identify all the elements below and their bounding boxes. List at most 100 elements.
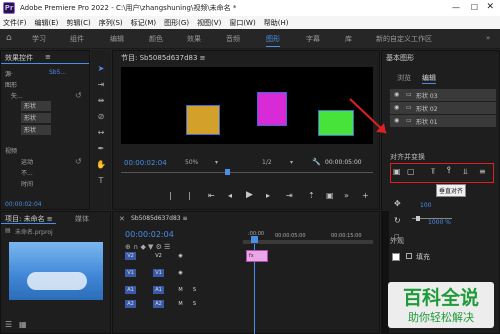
menu-file[interactable]: 文件(F) — [3, 18, 27, 28]
solo-a1[interactable]: S — [189, 286, 200, 294]
menu-sequence[interactable]: 序列(S) — [99, 18, 123, 28]
mark-in-icon[interactable]: ❘ — [186, 191, 193, 200]
program-timecode[interactable]: 00:00:02:04 — [124, 159, 167, 167]
target-a1[interactable]: A1 — [153, 286, 164, 294]
layer-row[interactable]: ◉ ▭ 形状 03 — [390, 89, 496, 101]
shape-left[interactable] — [186, 105, 220, 135]
menu-window[interactable]: 窗口(W) — [229, 18, 255, 28]
program-playhead[interactable] — [225, 169, 230, 175]
effect-row-shape-2[interactable]: 形状 — [21, 113, 51, 123]
tab-edit[interactable]: 编辑 — [422, 73, 436, 84]
reset-icon[interactable]: ↺ — [75, 91, 82, 100]
layer-row[interactable]: ◉ ▭ 形状 02 — [390, 102, 496, 114]
slip-tool-icon[interactable]: ↔ — [96, 128, 106, 138]
workspace-captions[interactable]: 字幕 — [306, 34, 320, 44]
reset-icon-2[interactable]: ↺ — [75, 157, 82, 166]
fill-color-swatch[interactable] — [392, 253, 400, 261]
effect-controls-title[interactable]: 效果控件 — [5, 53, 33, 63]
menu-clip[interactable]: 剪辑(C) — [66, 18, 90, 28]
zoom-select[interactable]: 50% — [185, 159, 198, 166]
effect-row-shape-3[interactable]: 形状 — [21, 125, 51, 135]
layer-row[interactable]: ◉ ▭ 形状 01 — [390, 115, 496, 127]
workspace-editing[interactable]: 编辑 — [110, 34, 124, 44]
button-editor-icon[interactable]: + — [362, 191, 369, 200]
target-v1[interactable]: V1 — [153, 269, 164, 277]
program-scrubber[interactable] — [121, 172, 373, 173]
workspace-color[interactable]: 颜色 — [149, 34, 163, 44]
effect-timecode[interactable]: 00:00:02:04 — [5, 201, 42, 208]
target-v2[interactable]: V2 — [125, 252, 136, 260]
workspace-custom[interactable]: 新的自定义工作区 — [376, 34, 432, 44]
add-marker-icon[interactable]: ❘ — [167, 191, 174, 200]
align-vertical-center-icon[interactable]: ⫯ — [447, 166, 451, 176]
list-view-icon[interactable]: ☰ — [5, 320, 12, 329]
effect-row-motion[interactable]: 运动 — [21, 157, 33, 166]
fill-checkbox[interactable] — [406, 253, 412, 259]
tab-browse[interactable]: 浏览 — [397, 73, 411, 83]
play-icon[interactable]: ▶ — [246, 190, 253, 200]
timeline-playhead-handle[interactable] — [251, 236, 258, 243]
essential-graphics-title[interactable]: 基本图形 — [386, 53, 414, 63]
panel-menu-icon[interactable]: ≡ — [45, 53, 51, 61]
timeline-close-icon[interactable]: ✕ — [119, 215, 125, 223]
scale-value[interactable]: 1000 % — [428, 219, 451, 226]
value-100[interactable]: 100 — [420, 202, 431, 209]
quality-select[interactable]: 1/2 — [262, 159, 272, 166]
timeline-clip[interactable]: fx — [246, 250, 268, 262]
effect-row-opacity[interactable]: 不... — [21, 168, 33, 177]
workspace-assembly[interactable]: 组件 — [70, 34, 84, 44]
distribute-vertical-icon[interactable]: ≡ — [479, 167, 486, 176]
program-canvas[interactable] — [121, 67, 373, 144]
effect-row-time[interactable]: 时间 — [21, 179, 33, 188]
step-forward-icon[interactable]: ▸ — [266, 191, 270, 200]
type-tool-icon[interactable]: T — [96, 176, 106, 186]
menu-help[interactable]: 帮助(H) — [264, 18, 289, 28]
timeline-tool-icons[interactable]: ⊕ ∩ ◆ ▼ ⚙ ☰ — [125, 243, 170, 251]
source-a2[interactable]: A2 — [125, 300, 136, 308]
menu-graphics[interactable]: 图形(G) — [164, 18, 189, 28]
minimize-icon[interactable]: — — [452, 3, 460, 12]
workspace-learn[interactable]: 学习 — [32, 34, 46, 44]
zoom-dropdown-icon[interactable]: ▾ — [215, 159, 218, 166]
shape-middle[interactable] — [257, 92, 287, 126]
align-to-video-icon[interactable]: ▣ — [393, 167, 401, 176]
align-to-selection-icon[interactable]: ▢ — [407, 167, 415, 176]
hand-tool-icon[interactable]: ✋ — [96, 160, 106, 170]
program-monitor-title[interactable]: 节目: Sb5085d637d83 ≡ — [121, 53, 206, 63]
timeline-timecode[interactable]: 00:00:02:04 — [125, 230, 174, 239]
effect-row-vector[interactable]: 矢... — [11, 91, 23, 100]
scale-slider-handle[interactable] — [416, 216, 420, 221]
target-a2[interactable]: A2 — [153, 300, 164, 308]
source-a1[interactable]: A1 — [125, 286, 136, 294]
go-to-in-icon[interactable]: ⇤ — [208, 191, 215, 200]
solo-a2[interactable]: S — [189, 300, 200, 308]
effect-row-graphics[interactable]: 图形 — [5, 80, 17, 89]
menu-markers[interactable]: 标记(M) — [131, 18, 157, 28]
align-bottom-icon[interactable]: ⫫ — [463, 167, 468, 177]
quality-dropdown-icon[interactable]: ▾ — [290, 159, 293, 166]
source-value[interactable]: Sb5... — [49, 69, 66, 76]
track-v1-eye-icon[interactable]: ◉ — [175, 269, 186, 277]
workspace-audio[interactable]: 音频 — [226, 34, 240, 44]
workspace-effects[interactable]: 效果 — [187, 34, 201, 44]
ripple-edit-tool-icon[interactable]: ⇹ — [96, 96, 106, 106]
menu-edit[interactable]: 编辑(E) — [35, 18, 59, 28]
close-icon[interactable]: ✕ — [486, 2, 494, 12]
export-frame-icon[interactable]: ▣ — [326, 191, 334, 200]
effect-row-shape-1[interactable]: 形状 — [21, 101, 51, 111]
workspace-graphics[interactable]: 图形 — [266, 34, 280, 47]
align-top-icon[interactable]: ⫪ — [431, 167, 436, 177]
maximize-icon[interactable]: ☐ — [471, 3, 478, 12]
go-to-out-icon[interactable]: ⇥ — [286, 191, 293, 200]
track-v2-eye-icon[interactable]: ◉ — [175, 252, 186, 260]
mute-a2[interactable]: M — [175, 300, 186, 308]
track-select-tool-icon[interactable]: ⇥ — [96, 80, 106, 90]
lift-icon[interactable]: ⇡ — [308, 191, 315, 200]
timeline-title[interactable]: Sb5085d637d83 ≡ — [131, 215, 188, 222]
home-icon[interactable]: ⌂ — [6, 33, 12, 43]
workspace-libraries[interactable]: 库 — [345, 34, 352, 44]
media-tab[interactable]: 媒体 — [75, 214, 89, 224]
menu-view[interactable]: 视图(V) — [197, 18, 221, 28]
sequence-thumbnail[interactable] — [9, 242, 103, 300]
mute-a1[interactable]: M — [175, 286, 186, 294]
